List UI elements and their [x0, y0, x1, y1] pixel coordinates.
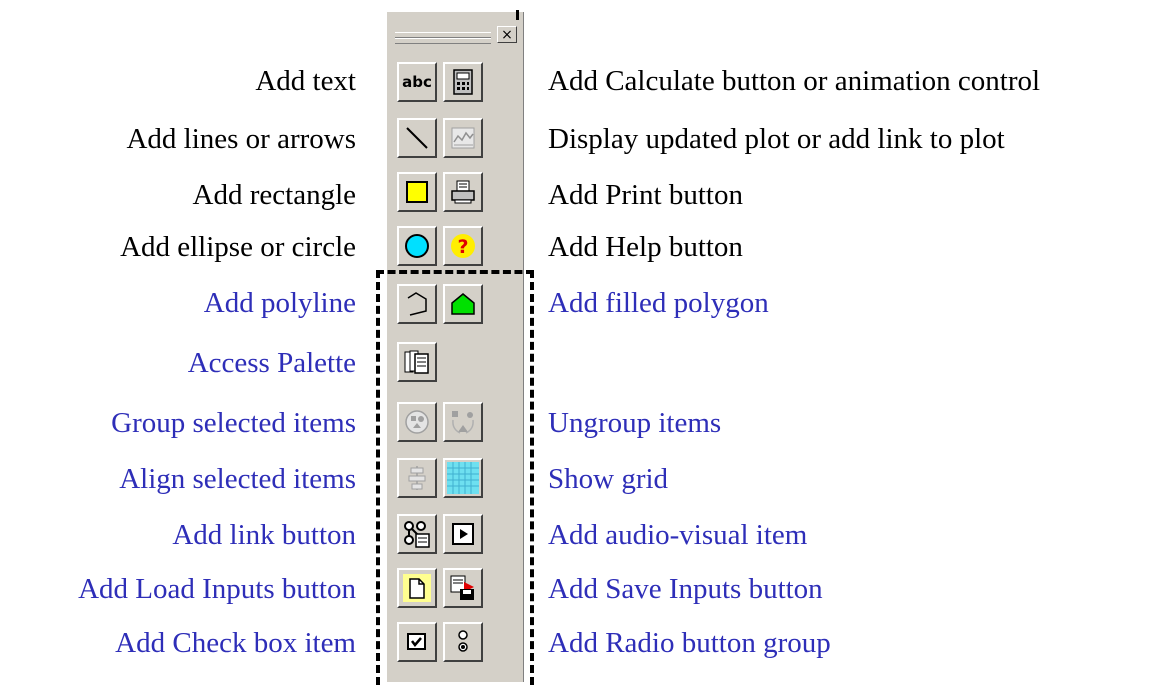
plot-button[interactable]: [443, 118, 483, 158]
label-align-items: Align selected items: [119, 463, 356, 495]
title-grip-lower[interactable]: [395, 38, 491, 44]
label-add-radio-group: Add Radio button group: [548, 627, 831, 659]
label-group-items: Group selected items: [111, 407, 356, 439]
close-button[interactable]: ×: [497, 26, 517, 43]
label-access-palette: Access Palette: [187, 347, 356, 379]
add-print-button[interactable]: [443, 172, 483, 212]
dashed-highlight-box: [376, 270, 534, 685]
label-add-help: Add Help button: [548, 231, 743, 263]
label-add-save-inputs: Add Save Inputs button: [548, 573, 823, 605]
label-add-print: Add Print button: [548, 179, 743, 211]
add-rectangle-button[interactable]: [397, 172, 437, 212]
label-add-calculate: Add Calculate button or animation contro…: [548, 65, 1041, 97]
label-add-checkbox: Add Check box item: [115, 627, 356, 659]
calculator-icon: [453, 69, 473, 95]
add-help-button[interactable]: ?: [443, 226, 483, 266]
add-calculate-button[interactable]: [443, 62, 483, 102]
svg-text:?: ?: [457, 236, 468, 258]
line-tool-icon: [406, 127, 428, 149]
label-display-plot: Display updated plot or add link to plot: [548, 123, 1005, 155]
plot-icon: [451, 127, 475, 149]
label-add-text: Add text: [255, 65, 356, 97]
add-line-button[interactable]: [397, 118, 437, 158]
window-edge-tick: [516, 10, 519, 20]
label-add-filled-polygon: Add filled polygon: [548, 287, 769, 319]
print-icon: [451, 180, 475, 204]
label-add-polyline: Add polyline: [203, 287, 356, 319]
label-add-lines: Add lines or arrows: [126, 123, 356, 155]
label-show-grid: Show grid: [548, 463, 669, 495]
label-add-audio-visual: Add audio-visual item: [548, 519, 808, 551]
rectangle-tool-icon: [406, 181, 428, 203]
label-add-load-inputs: Add Load Inputs button: [78, 573, 356, 605]
label-add-ellipse: Add ellipse or circle: [120, 231, 356, 263]
label-add-link-button: Add link button: [172, 519, 356, 551]
add-ellipse-button[interactable]: [397, 226, 437, 266]
add-text-button[interactable]: abc: [397, 62, 437, 102]
label-add-rectangle: Add rectangle: [192, 179, 356, 211]
label-ungroup-items: Ungroup items: [548, 407, 722, 439]
text-tool-icon: abc: [402, 73, 432, 91]
help-icon: ?: [451, 234, 475, 258]
close-icon: ×: [501, 27, 513, 43]
ellipse-tool-icon: [405, 234, 429, 258]
